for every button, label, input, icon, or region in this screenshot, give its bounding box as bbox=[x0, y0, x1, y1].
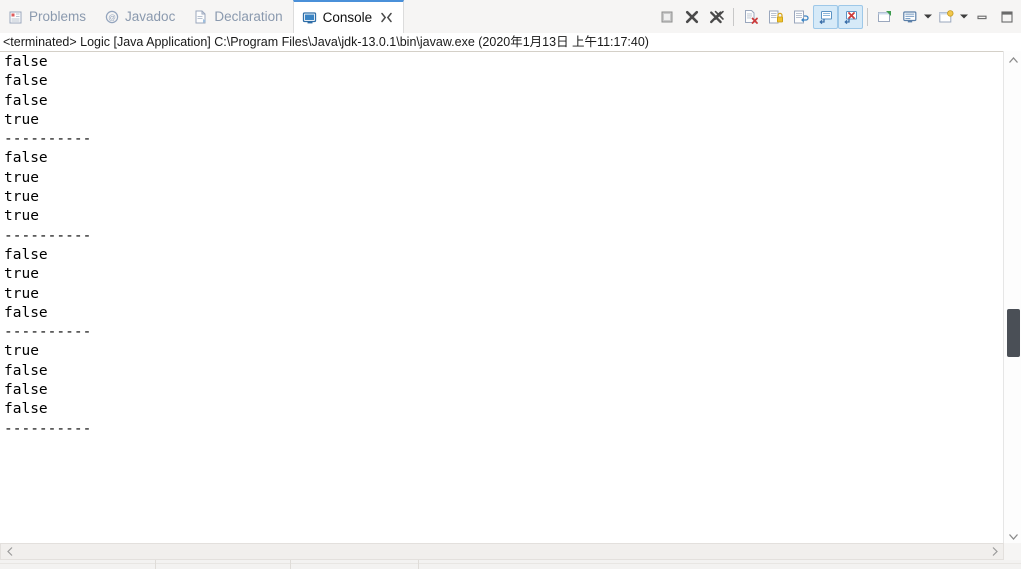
problems-icon bbox=[8, 9, 24, 25]
process-description-line: <terminated> Logic [Java Application] C:… bbox=[0, 33, 1021, 51]
scroll-left-icon[interactable] bbox=[1, 543, 18, 560]
bottom-divider bbox=[0, 563, 1021, 564]
tab-console-label: Console bbox=[322, 9, 373, 25]
scroll-right-icon[interactable] bbox=[986, 543, 1003, 560]
bottom-tick bbox=[290, 560, 291, 569]
tab-javadoc[interactable]: @ Javadoc bbox=[96, 0, 185, 33]
horizontal-scrollbar[interactable] bbox=[0, 543, 1004, 560]
terminate-all-icon[interactable] bbox=[654, 5, 679, 29]
vertical-scrollbar[interactable] bbox=[1003, 51, 1021, 546]
close-icon[interactable] bbox=[380, 11, 393, 24]
display-console-dropdown-icon[interactable] bbox=[922, 5, 933, 29]
display-selected-console-icon[interactable] bbox=[897, 5, 922, 29]
tab-list: Problems @ Javadoc Declaration Console bbox=[0, 0, 405, 33]
scroll-up-icon[interactable] bbox=[1004, 51, 1021, 69]
toolbar-separator bbox=[733, 7, 734, 26]
remove-launch-icon[interactable] bbox=[679, 5, 704, 29]
declaration-icon bbox=[193, 9, 209, 25]
console-output-text[interactable]: false false false true ---------- false … bbox=[4, 52, 1000, 545]
toolbar-separator-2 bbox=[867, 7, 868, 26]
javadoc-icon: @ bbox=[104, 9, 120, 25]
pin-console-icon[interactable] bbox=[872, 5, 897, 29]
svg-text:@: @ bbox=[108, 13, 116, 22]
open-console-dropdown-icon[interactable] bbox=[958, 5, 969, 29]
eclipse-console-view: Problems @ Javadoc Declaration Console <… bbox=[0, 0, 1021, 569]
show-console-on-output-icon[interactable] bbox=[813, 4, 838, 29]
bottom-tick bbox=[418, 560, 419, 569]
bottom-edge-strip bbox=[0, 560, 1021, 569]
tab-declaration-label: Declaration bbox=[214, 8, 283, 24]
show-console-on-error-icon[interactable] bbox=[838, 4, 863, 29]
console-output-area[interactable]: false false false true ---------- false … bbox=[0, 51, 1021, 546]
remove-all-terminated-icon[interactable] bbox=[704, 5, 729, 29]
clear-console-icon[interactable] bbox=[738, 5, 763, 29]
scrollbar-corner bbox=[1004, 543, 1021, 560]
tab-problems-label: Problems bbox=[29, 8, 87, 24]
view-tab-bar: Problems @ Javadoc Declaration Console bbox=[0, 0, 1021, 33]
console-toolbar bbox=[654, 0, 1019, 33]
tab-javadoc-label: Javadoc bbox=[125, 8, 176, 24]
tab-console[interactable]: Console bbox=[292, 0, 405, 33]
tab-declaration[interactable]: Declaration bbox=[185, 0, 292, 33]
minimize-icon[interactable] bbox=[969, 5, 994, 29]
open-console-icon[interactable] bbox=[933, 5, 958, 29]
maximize-icon[interactable] bbox=[994, 5, 1019, 29]
console-icon bbox=[302, 10, 318, 26]
tab-problems[interactable]: Problems bbox=[0, 0, 96, 33]
scroll-lock-icon[interactable] bbox=[763, 5, 788, 29]
vertical-scrollbar-thumb[interactable] bbox=[1007, 309, 1020, 357]
bottom-tick bbox=[155, 560, 156, 569]
word-wrap-icon[interactable] bbox=[788, 5, 813, 29]
